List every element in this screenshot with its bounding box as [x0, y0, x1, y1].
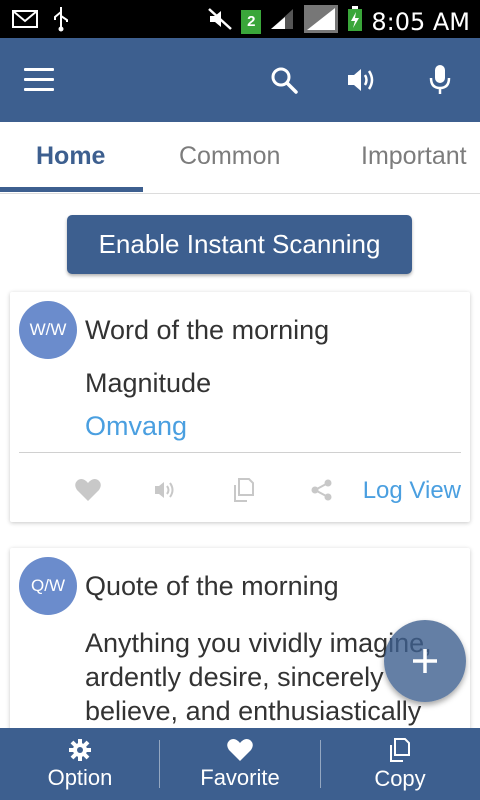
sim-icon: 2: [241, 9, 262, 34]
microphone-icon[interactable]: [422, 62, 458, 98]
word-of-the-day-card: W/W Word of the morning Magnitude Omvang…: [10, 292, 470, 522]
tab-bar: Home Common Important: [0, 122, 480, 194]
search-icon[interactable]: [266, 62, 302, 98]
copy-icon: [390, 737, 410, 762]
status-bar: 2 8:05 AM: [0, 0, 480, 38]
word-badge: W/W: [19, 301, 77, 359]
divider: [19, 452, 461, 453]
speaker-icon[interactable]: [344, 62, 380, 98]
copy-icon[interactable]: [229, 475, 259, 505]
heart-icon: [227, 738, 253, 761]
speaker-icon[interactable]: [151, 475, 181, 505]
usb-icon: [52, 6, 70, 37]
mute-icon: [207, 7, 233, 36]
enable-instant-scanning-button[interactable]: Enable Instant Scanning: [67, 215, 412, 274]
menu-icon[interactable]: [24, 68, 54, 92]
signal-icon: [303, 4, 339, 39]
quote-badge: Q/W: [19, 557, 77, 615]
tab-important[interactable]: Important: [361, 142, 467, 171]
log-view-link[interactable]: Log View: [363, 477, 461, 505]
mail-icon: [12, 9, 38, 34]
copy-label: Copy: [374, 765, 426, 791]
word-text: Magnitude: [85, 368, 212, 398]
card-title: Quote of the morning: [85, 571, 339, 601]
share-icon[interactable]: [307, 475, 337, 505]
signal-icon: [269, 7, 295, 36]
copy-button[interactable]: Copy: [320, 728, 480, 800]
tab-home[interactable]: Home: [36, 142, 105, 171]
card-title: Word of the morning: [85, 315, 330, 345]
tab-common[interactable]: Common: [179, 142, 280, 171]
app-bar: [0, 38, 480, 122]
clock: 8:05 AM: [371, 7, 470, 36]
option-label: Option: [47, 764, 113, 790]
plus-icon: [413, 649, 437, 673]
gear-icon: [69, 738, 91, 761]
favorite-button[interactable]: Favorite: [160, 728, 320, 800]
translation-link[interactable]: Omvang: [85, 411, 187, 442]
add-button[interactable]: [384, 620, 466, 702]
active-tab-indicator: [0, 187, 143, 192]
option-button[interactable]: Option: [0, 728, 160, 800]
heart-icon[interactable]: [73, 475, 103, 505]
battery-charging-icon: [347, 6, 363, 37]
bottom-nav: Option Favorite Copy: [0, 728, 480, 800]
favorite-label: Favorite: [200, 764, 280, 790]
